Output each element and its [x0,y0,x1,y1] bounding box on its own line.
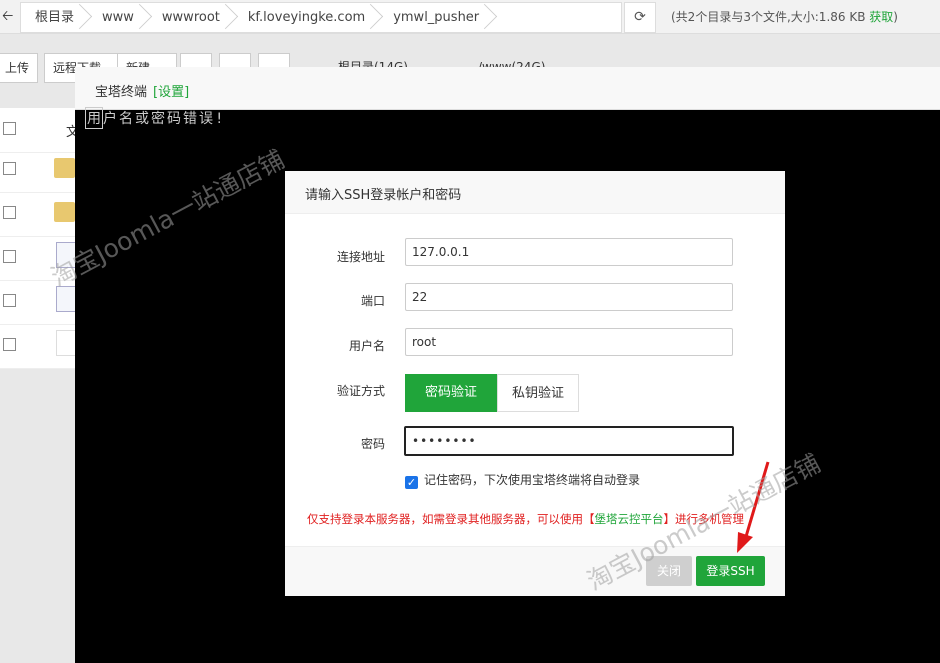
cloud-platform-link[interactable]: 堡塔云控平台 [595,512,664,526]
file-list: 文 [0,108,79,369]
upload-button[interactable]: 上传 [0,53,38,83]
username-label: 用户名 [348,339,385,353]
directory-summary: (共2个目录与3个文件,大小:1.86 KB 获取) [671,8,898,25]
php-file-icon [56,242,77,268]
address-label: 连接地址 [336,250,385,264]
breadcrumb-item[interactable]: wwwroot [148,3,234,32]
terminal-output-text: 户名或密码错误! [103,111,226,127]
auth-key-button[interactable]: 私钥验证 [497,374,579,412]
php-file-icon [56,286,77,312]
address-input[interactable] [405,238,733,266]
remember-checkbox[interactable]: ✓ [405,476,418,489]
dialog-title: 请输入SSH登录帐户和密码 [305,188,462,203]
file-icon [56,330,77,356]
path-bar: 🡠 根目录 www wwwroot kf.loveyingke.com ymwl… [0,0,940,34]
table-row[interactable] [0,192,75,237]
port-label: 端口 [360,294,385,308]
summary-text: (共2个目录与3个文件,大小:1.86 KB [671,10,866,24]
terminal-cursor: 用 [85,107,103,129]
table-row[interactable] [0,236,77,281]
close-button[interactable]: 关闭 [646,556,692,586]
table-row[interactable] [0,148,75,193]
refresh-button[interactable]: ⟳ [624,2,656,33]
warning-text: 仅支持登录本服务器，如需登录其他服务器，可以使用【堡塔云控平台】进行多机管理 [307,511,744,527]
terminal-header: 宝塔终端 [设置] [75,67,940,110]
row-checkbox[interactable] [3,294,16,307]
warning-suffix: 】进行多机管理 [663,512,745,526]
dialog-footer: 关闭 登录SSH [285,546,785,596]
folder-icon [54,158,75,178]
row-checkbox[interactable] [3,338,16,351]
password-label: 密码 [360,437,385,451]
port-input[interactable] [405,283,733,311]
breadcrumb-item[interactable]: 根目录 [21,3,88,32]
username-input[interactable] [405,328,733,356]
table-row[interactable] [0,324,77,369]
remember-password[interactable]: ✓ 记住密码，下次使用宝塔终端将自动登录 [405,471,640,489]
breadcrumb: 根目录 www wwwroot kf.loveyingke.com ymwl_p… [20,2,622,33]
terminal-settings-link[interactable]: [设置] [153,85,189,100]
auth-method-label: 验证方式 [336,384,385,398]
row-checkbox[interactable] [3,250,16,263]
refresh-icon: ⟳ [634,9,646,25]
terminal-title-text: 宝塔终端 [95,85,148,100]
auth-password-button[interactable]: 密码验证 [405,374,497,412]
row-checkbox[interactable] [3,206,16,219]
breadcrumb-item[interactable]: ymwl_pusher [379,3,493,32]
remember-label: 记住密码，下次使用宝塔终端将自动登录 [424,473,641,487]
dialog-titlebar: 请输入SSH登录帐户和密码 [285,171,785,214]
ssh-login-dialog: 请输入SSH登录帐户和密码 连接地址 端口 用户名 验证方式 密码验证 私钥验证… [285,171,785,596]
select-all-checkbox[interactable] [3,122,16,135]
folder-icon [54,202,75,222]
list-header: 文 [0,108,79,153]
summary-fetch-link[interactable]: 获取 [869,10,893,24]
login-ssh-button[interactable]: 登录SSH [696,556,765,586]
terminal-title: 宝塔终端 [设置] [95,81,189,100]
password-input[interactable] [404,426,734,456]
row-checkbox[interactable] [3,162,16,175]
back-arrow-icon[interactable]: 🡠 [2,8,16,24]
table-row[interactable] [0,280,77,325]
breadcrumb-item[interactable]: www [88,3,148,32]
breadcrumb-item[interactable]: kf.loveyingke.com [234,3,379,32]
warning-prefix: 仅支持登录本服务器，如需登录其他服务器，可以使用【 [307,512,595,526]
summary-close: ) [893,10,898,24]
terminal-output[interactable]: 用户名或密码错误! [85,107,225,129]
